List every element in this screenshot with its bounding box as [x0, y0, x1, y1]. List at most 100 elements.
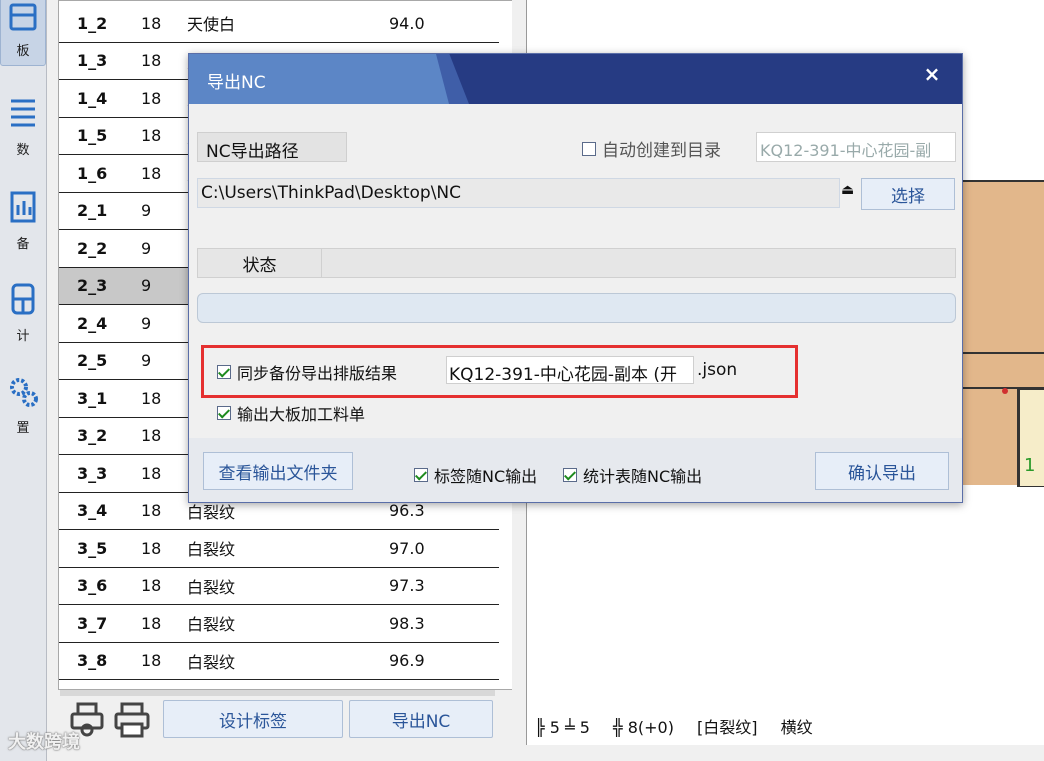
- part-material: 白裂纹: [187, 577, 236, 597]
- toolbar-label: 计: [16, 329, 30, 344]
- label-with-nc-checkbox[interactable]: 标签随NC输出: [414, 463, 537, 487]
- part-id: 2_3: [77, 276, 108, 296]
- board-marker: [1002, 388, 1008, 394]
- sync-backup-filename-input[interactable]: KQ12-391-中心花园-副本 (开: [446, 356, 694, 384]
- part-id: 1_2: [77, 13, 108, 33]
- left-toolbar: 板 数 备 计 置: [0, 0, 47, 761]
- part-value: 97.0: [389, 538, 425, 558]
- export-progress-bar: [197, 293, 956, 323]
- auto-create-label: 自动创建到目录: [602, 141, 721, 161]
- export-nc-button[interactable]: 导出NC: [349, 700, 493, 738]
- grid-icon: [11, 283, 35, 315]
- sync-backup-checkbox[interactable]: 同步备份导出排版结果: [217, 360, 397, 384]
- confirm-export-button[interactable]: 确认导出: [815, 452, 949, 490]
- toolbar-item-backup[interactable]: 备: [0, 168, 46, 258]
- stat-with-nc-checkbox[interactable]: 统计表随NC输出: [563, 463, 702, 487]
- printer-icon: [114, 702, 150, 738]
- table-row[interactable]: 3_6 18 白裂纹 97.3: [59, 568, 499, 605]
- part-id: 3_4: [77, 501, 108, 521]
- status-column-header: 状态: [198, 249, 322, 277]
- sync-backup-label: 同步备份导出排版结果: [237, 364, 398, 383]
- checkbox-box[interactable]: [217, 406, 231, 420]
- part-value: 97.3: [389, 576, 425, 596]
- part-id: 3_5: [77, 538, 108, 558]
- chart-icon: [10, 191, 36, 223]
- part-thickness: 18: [141, 538, 162, 558]
- checkbox-box[interactable]: [414, 468, 428, 482]
- auto-create-checkbox[interactable]: 自动创建到目录: [582, 136, 721, 161]
- toolbar-label: 置: [16, 421, 30, 436]
- part-material: 白裂纹: [187, 540, 236, 560]
- part-thickness: 9: [141, 201, 152, 221]
- auto-dir-input[interactable]: KQ12-391-中心花园-副: [756, 132, 956, 162]
- part-thickness: 18: [141, 501, 162, 521]
- part-id: 2_4: [77, 313, 108, 333]
- part-id: 3_3: [77, 463, 108, 483]
- part-id: 2_2: [77, 238, 108, 258]
- toolbar-item-calc[interactable]: 计: [0, 260, 46, 350]
- close-icon[interactable]: ×: [920, 62, 944, 86]
- part-thickness: 9: [141, 238, 152, 258]
- toolbar-item-data[interactable]: 数: [0, 74, 46, 164]
- nc-path-input[interactable]: C:\Users\ThinkPad\Desktop\NC: [197, 178, 840, 208]
- status-part1: ╠ 5 ╧ 5: [535, 718, 590, 737]
- part-id: 3_2: [77, 426, 108, 446]
- part-thickness: 18: [141, 463, 162, 483]
- part-id: 1_6: [77, 163, 108, 183]
- table-row[interactable]: 3_7 18 白裂纹 98.3: [59, 605, 499, 643]
- part-id: 1_3: [77, 51, 108, 71]
- design-label-button[interactable]: 设计标签: [163, 700, 343, 738]
- gear-icon: [10, 378, 38, 407]
- part-value: 96.9: [389, 651, 425, 671]
- part-thickness: 18: [141, 651, 162, 671]
- status-material: [白裂纹]: [697, 718, 758, 737]
- part-id: 3_6: [77, 576, 108, 596]
- toolbar-item-panel[interactable]: 板: [0, 0, 46, 66]
- watermark: 大数跨境: [8, 732, 80, 753]
- part-thickness: 18: [141, 426, 162, 446]
- part-id: 3_8: [77, 651, 108, 671]
- checkbox-box[interactable]: [582, 141, 596, 156]
- status-grain: 横纹: [780, 718, 813, 737]
- part-thickness: 18: [141, 613, 162, 633]
- toolbar-label: 板: [16, 44, 30, 59]
- part-thickness: 18: [141, 388, 162, 408]
- part-id: 1_4: [77, 88, 108, 108]
- folder-icon[interactable]: ⏏: [841, 182, 854, 198]
- part-id: 3_7: [77, 613, 108, 633]
- board-part[interactable]: 1: [1019, 389, 1044, 487]
- print-button[interactable]: [112, 700, 152, 740]
- dialog-title: 导出NC: [207, 73, 266, 93]
- part-id: 2_5: [77, 351, 108, 371]
- nc-path-label: NC导出路径: [197, 132, 347, 162]
- checkbox-box[interactable]: [563, 468, 577, 482]
- part-material: 白裂纹: [187, 615, 236, 635]
- board-sheet-label: 输出大板加工料单: [237, 405, 366, 424]
- choose-button[interactable]: 选择: [861, 178, 955, 210]
- list-icon: [11, 99, 35, 127]
- part-thickness: 18: [141, 13, 162, 33]
- toolbar-label: 数: [16, 143, 30, 158]
- part-material: 天使白: [187, 15, 236, 35]
- dialog-titlebar[interactable]: 导出NC ×: [189, 54, 962, 104]
- checkbox-box[interactable]: [217, 365, 231, 379]
- table-row[interactable]: 3_5 18 白裂纹 97.0: [59, 530, 499, 568]
- part-thickness: 9: [141, 351, 152, 371]
- part-thickness: 18: [141, 126, 162, 146]
- part-id: 2_1: [77, 201, 108, 221]
- json-extension: .json: [697, 360, 738, 380]
- part-material: 白裂纹: [187, 652, 236, 672]
- table-row[interactable]: 1_2 18 天使白 94.0: [59, 5, 499, 43]
- part-id: 3_1: [77, 388, 108, 408]
- table-row[interactable]: 3_8 18 白裂纹 96.9: [59, 643, 499, 680]
- status-line: ╠ 5 ╧ 5 ╬ 8(+0) [白裂纹] 横纹: [535, 714, 831, 738]
- status-table-header: 状态: [197, 248, 956, 278]
- part-thickness: 18: [141, 576, 162, 596]
- stat-with-nc-label: 统计表随NC输出: [583, 467, 703, 486]
- view-output-folder-button[interactable]: 查看输出文件夹: [203, 452, 353, 490]
- status-part2: ╬ 8(+0): [612, 718, 674, 737]
- toolbar-item-settings[interactable]: 置: [0, 352, 46, 442]
- board-number: 1: [1024, 455, 1036, 476]
- horizontal-scrollbar[interactable]: [60, 690, 495, 696]
- board-sheet-checkbox[interactable]: 输出大板加工料单: [217, 401, 365, 425]
